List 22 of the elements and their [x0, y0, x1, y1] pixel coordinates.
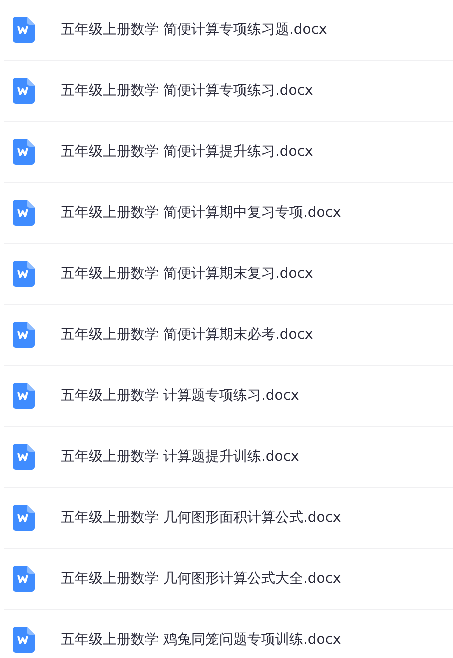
file-name[interactable]: 五年级上册数学 计算题提升训练.docx: [61, 448, 300, 466]
file-name[interactable]: 五年级上册数学 简便计算期末必考.docx: [61, 326, 314, 344]
file-name[interactable]: 五年级上册数学 几何图形计算公式大全.docx: [61, 570, 342, 588]
file-name[interactable]: 五年级上册数学 简便计算专项练习题.docx: [61, 21, 328, 39]
word-document-icon: [13, 322, 35, 348]
word-document-icon: [13, 200, 35, 226]
word-document-icon: [13, 261, 35, 287]
word-document-icon: [13, 383, 35, 409]
file-name[interactable]: 五年级上册数学 简便计算专项练习.docx: [61, 82, 314, 100]
word-document-icon: [13, 17, 35, 43]
file-name[interactable]: 五年级上册数学 计算题专项练习.docx: [61, 387, 300, 405]
word-document-icon: [13, 627, 35, 653]
word-document-icon: [13, 444, 35, 470]
file-name[interactable]: 五年级上册数学 简便计算提升练习.docx: [61, 143, 314, 161]
word-document-icon: [13, 505, 35, 531]
word-document-icon: [13, 78, 35, 104]
file-name[interactable]: 五年级上册数学 几何图形面积计算公式.docx: [61, 509, 342, 527]
file-name[interactable]: 五年级上册数学 鸡兔同笼问题专项训练.docx: [61, 631, 342, 649]
word-document-icon: [13, 139, 35, 165]
word-document-icon: [13, 566, 35, 592]
file-name[interactable]: 五年级上册数学 简便计算期中复习专项.docx: [61, 204, 342, 222]
file-name[interactable]: 五年级上册数学 简便计算期末复习.docx: [61, 265, 314, 283]
